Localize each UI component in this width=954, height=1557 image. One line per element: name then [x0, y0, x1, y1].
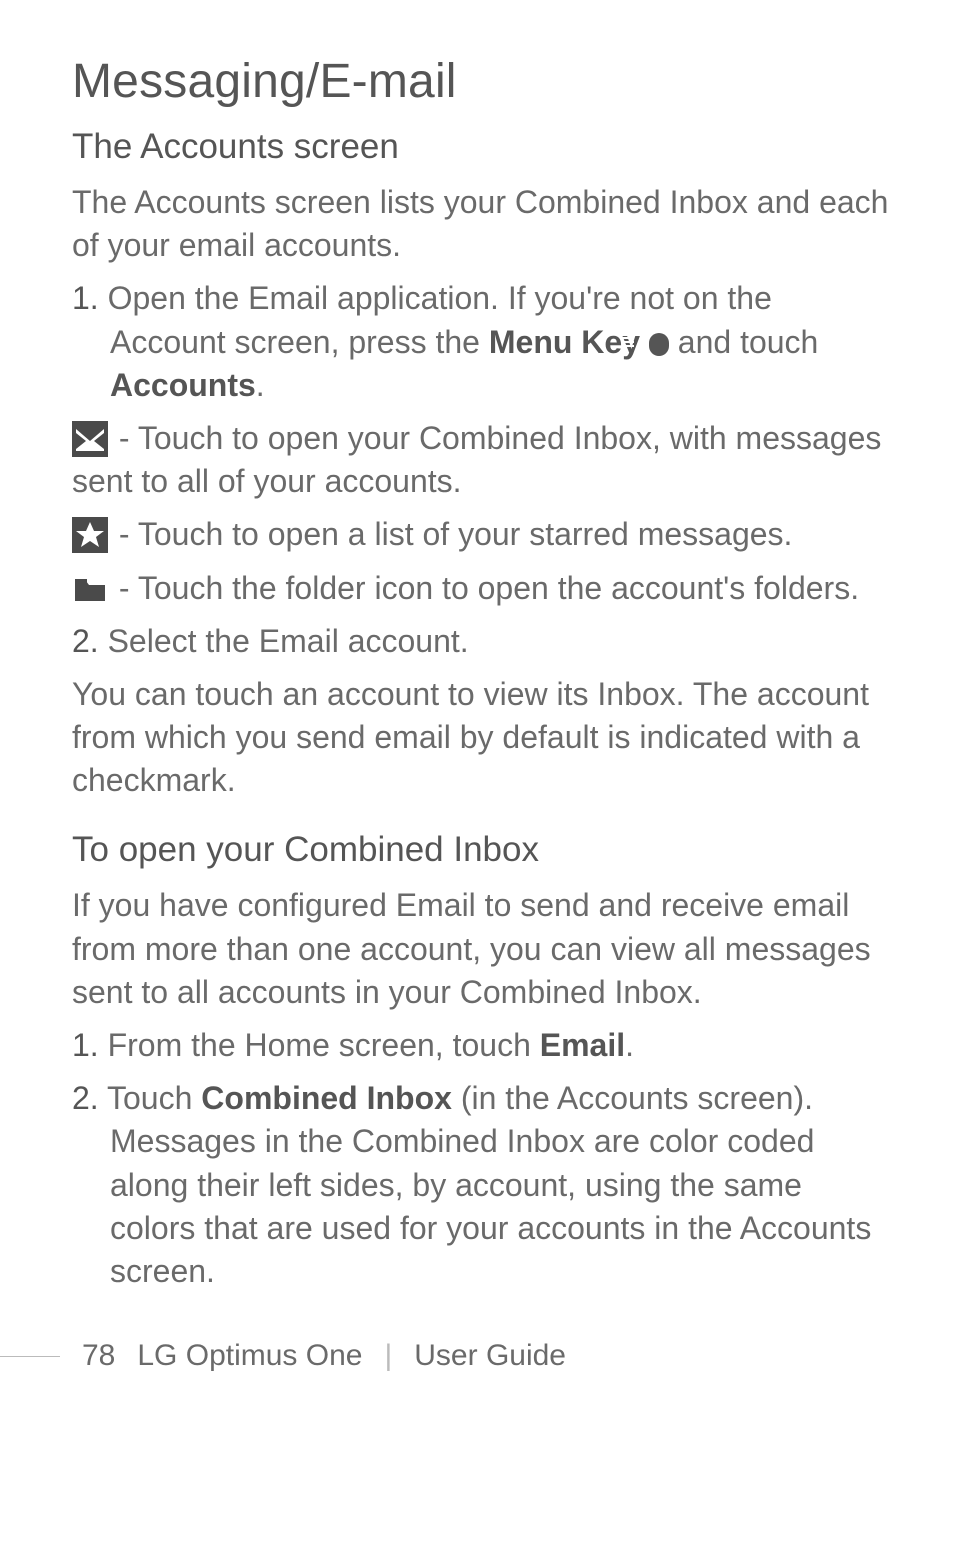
- accounts-intro: The Accounts screen lists your Combined …: [72, 181, 894, 267]
- guide-label: User Guide: [414, 1339, 566, 1373]
- page-footer: 78 LG Optimus One | User Guide: [72, 1339, 894, 1373]
- accounts-label: Accounts: [110, 367, 256, 403]
- manual-page: Messaging/E-mail The Accounts screen The…: [0, 0, 954, 1393]
- folder-icon: [72, 571, 108, 607]
- chapter-title: Messaging/E-mail: [72, 54, 894, 109]
- combined-inbox-icon: [72, 421, 108, 457]
- star-icon: [72, 517, 108, 553]
- step-text: .: [256, 367, 265, 403]
- step-text: Select the Email account.: [108, 623, 469, 659]
- step-number: 1.: [72, 1027, 99, 1063]
- accounts-step2: 2. Select the Email account.: [72, 620, 894, 663]
- menu-key-label: Menu Key: [489, 324, 640, 360]
- combined-step2: 2. Touch Combined Inbox (in the Accounts…: [72, 1077, 894, 1293]
- combined-step1: 1. From the Home screen, touch Email.: [72, 1024, 894, 1067]
- doc-title: LG Optimus One: [137, 1339, 362, 1373]
- step-number: 2.: [72, 623, 99, 659]
- combined-intro: If you have configured Email to send and…: [72, 884, 894, 1014]
- step-text: From the Home screen, touch: [99, 1027, 540, 1063]
- step-number: 2.: [72, 1080, 99, 1116]
- step-text: and touch: [669, 324, 818, 360]
- folder-line: - Touch the folder icon to open the acco…: [72, 567, 894, 610]
- combined-inbox-label: Combined Inbox: [201, 1080, 452, 1116]
- icon-description: - Touch the folder icon to open the acco…: [110, 570, 859, 606]
- step-text: .: [625, 1027, 634, 1063]
- accounts-outro: You can touch an account to view its Inb…: [72, 673, 894, 803]
- section-title-accounts: The Accounts screen: [72, 127, 894, 167]
- accounts-step1: 1. Open the Email application. If you're…: [72, 277, 894, 407]
- page-number: 78: [82, 1339, 115, 1373]
- footer-rule: [0, 1356, 60, 1357]
- footer-separator: |: [384, 1339, 392, 1373]
- email-label: Email: [540, 1027, 625, 1063]
- icon-description: - Touch to open your Combined Inbox, wit…: [72, 420, 881, 499]
- step-text: Touch: [107, 1080, 201, 1116]
- combined-inbox-line: - Touch to open your Combined Inbox, wit…: [72, 417, 894, 503]
- icon-description: - Touch to open a list of your starred m…: [110, 516, 792, 552]
- section-title-combined: To open your Combined Inbox: [72, 830, 894, 870]
- starred-line: - Touch to open a list of your starred m…: [72, 513, 894, 556]
- menu-key-icon: [649, 333, 669, 356]
- step-number: 1.: [72, 280, 99, 316]
